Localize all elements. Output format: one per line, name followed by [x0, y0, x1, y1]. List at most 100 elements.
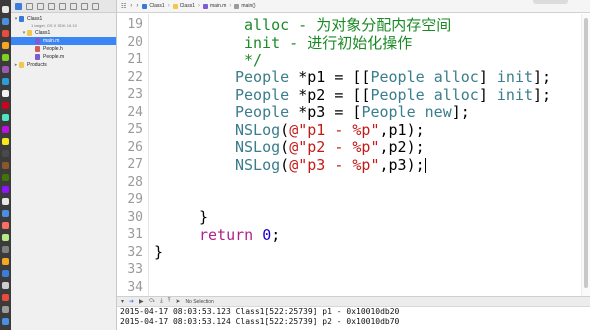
code-text: People *p3 = [People new]; — [235, 103, 470, 121]
test-icon[interactable] — [59, 2, 66, 10]
dock-app-icon[interactable] — [2, 234, 9, 241]
dock-app-icon[interactable] — [2, 126, 9, 133]
report-icon[interactable] — [92, 2, 99, 10]
dock-app-icon[interactable] — [2, 30, 9, 37]
line-number: 34 — [127, 279, 143, 295]
file-tree-item-label: People.m — [43, 54, 65, 60]
dock-app-icon[interactable] — [2, 18, 9, 25]
dock-app-icon[interactable] — [2, 42, 9, 49]
line-number: 32 — [127, 244, 143, 260]
file-tree-item[interactable]: ▾ Class1 — [11, 15, 116, 23]
dock-app-icon[interactable] — [2, 6, 9, 13]
back-arrow-icon[interactable]: ‹ — [130, 3, 132, 9]
breakpoint-icon[interactable] — [81, 2, 88, 10]
code-token: new — [424, 103, 452, 121]
symbol-icon[interactable] — [26, 2, 33, 10]
dock-app-icon[interactable] — [2, 162, 9, 169]
editor-scrollbar[interactable] — [581, 14, 590, 296]
code-line[interactable]: 26 NSLog(@"p2 - %p",p2); — [117, 138, 582, 157]
dock-app-icon[interactable] — [2, 318, 9, 325]
code-line[interactable]: 34 — [117, 278, 582, 297]
code-text: } — [154, 243, 163, 261]
breadcrumb-file-icon — [202, 3, 208, 9]
source-file-icon — [35, 38, 40, 44]
code-line[interactable]: 29 — [117, 190, 582, 209]
dock-app-icon[interactable] — [2, 174, 9, 181]
dock — [0, 0, 11, 330]
dock-app-icon[interactable] — [2, 66, 9, 73]
code-line[interactable]: 25 NSLog(@"p1 - %p",p1); — [117, 120, 582, 139]
dock-app-icon[interactable] — [2, 246, 9, 253]
dock-app-icon[interactable] — [2, 258, 9, 265]
dock-app-icon[interactable] — [2, 306, 9, 313]
file-tree-item[interactable]: main.m — [11, 37, 116, 45]
dock-app-icon[interactable] — [2, 150, 9, 157]
dock-app-icon[interactable] — [2, 210, 9, 217]
code-line[interactable]: 30} — [117, 208, 582, 227]
dock-app-icon[interactable] — [2, 294, 9, 301]
folder-icon[interactable] — [15, 2, 22, 10]
dock-app-icon[interactable] — [2, 282, 9, 289]
hide-debug-area-icon[interactable]: ▾ — [121, 298, 124, 305]
dock-app-icon[interactable] — [2, 270, 9, 277]
file-tree-item[interactable]: ▸ Products — [11, 61, 116, 69]
code-text: NSLog(@"p1 - %p",p1); — [235, 121, 425, 139]
breadcrumb-item[interactable]: main.m — [202, 3, 226, 9]
code-token: init — [496, 85, 534, 104]
code-line[interactable]: 33 — [117, 260, 582, 279]
code-line[interactable]: 20 init - 进行初始化操作 — [117, 33, 582, 52]
forward-arrow-icon[interactable]: › — [136, 3, 138, 9]
dock-app-icon[interactable] — [2, 138, 9, 145]
dock-app-icon[interactable] — [2, 114, 9, 121]
dock-app-icon[interactable] — [2, 90, 9, 97]
code-token: NSLog — [235, 138, 281, 156]
step-into-icon[interactable]: ⤓ — [160, 298, 163, 305]
file-tree-item[interactable]: ▾ Class1 — [11, 29, 116, 37]
code-line[interactable]: 27 NSLog(@"p3 - %p",p3); — [117, 155, 582, 174]
code-editor[interactable]: 19 alloc - 为对象分配内存空间 20 init - 进行初始化操作 21 */2… — [117, 14, 582, 296]
debug-icon[interactable] — [70, 2, 77, 10]
step-over-icon[interactable]: ⤼ — [149, 298, 155, 305]
breadcrumb-item[interactable]: Class1 — [172, 3, 195, 9]
code-line[interactable]: 21 */ — [117, 50, 582, 69]
console-output[interactable]: 2015-04-17 08:03:53.123 Class1[522:25739… — [117, 307, 590, 330]
source-file-icon — [35, 54, 40, 60]
code-token: ] — [478, 68, 497, 86]
code-token: People — [235, 85, 290, 104]
warning-icon[interactable] — [48, 2, 55, 10]
code-line[interactable]: 22 People *p1 = [[People alloc] init]; — [117, 68, 582, 87]
scroll-thumb[interactable] — [584, 18, 588, 288]
line-number: 29 — [127, 192, 143, 207]
code-text: return 0; — [199, 226, 280, 244]
breadcrumb-item[interactable]: main() — [234, 3, 256, 9]
dock-app-icon[interactable] — [2, 102, 9, 109]
line-number: 24 — [127, 104, 143, 120]
breadcrumb-file-icon — [142, 3, 148, 9]
code-line[interactable]: 23 People *p2 = [[People alloc] init]; — [117, 85, 582, 104]
file-tree-item[interactable]: People.m — [11, 53, 116, 61]
code-line[interactable]: 24 People *p3 = [People new]; — [117, 103, 582, 122]
related-items-icon[interactable]: ☷ — [121, 3, 126, 10]
search-icon[interactable] — [37, 2, 44, 10]
breadcrumb-item[interactable]: Class1 — [142, 3, 165, 9]
file-tree-item[interactable]: People.h — [11, 45, 116, 53]
dock-app-icon[interactable] — [2, 78, 9, 85]
dock-app-icon[interactable] — [2, 198, 9, 205]
step-out-icon[interactable]: ⤒ — [168, 298, 171, 305]
location-icon[interactable]: ➤ — [175, 298, 180, 305]
dock-app-icon[interactable] — [2, 54, 9, 61]
folder-icon — [27, 30, 32, 36]
breakpoints-toggle-icon[interactable]: ➔ — [129, 298, 134, 305]
dock-app-icon[interactable] — [2, 186, 9, 193]
code-line[interactable]: 28 — [117, 173, 582, 192]
code-token: @"p1 - %p" — [289, 120, 380, 139]
code-token: ( — [280, 155, 290, 174]
breadcrumb-chevron-icon: › — [197, 3, 200, 9]
dock-app-icon[interactable] — [2, 222, 9, 229]
code-line[interactable]: 31 return 0; — [117, 225, 582, 244]
code-token: People — [361, 103, 416, 121]
code-token: ,p3); — [379, 155, 425, 174]
continue-icon[interactable]: ▶ — [139, 298, 144, 305]
code-line[interactable]: 32} — [117, 243, 582, 262]
